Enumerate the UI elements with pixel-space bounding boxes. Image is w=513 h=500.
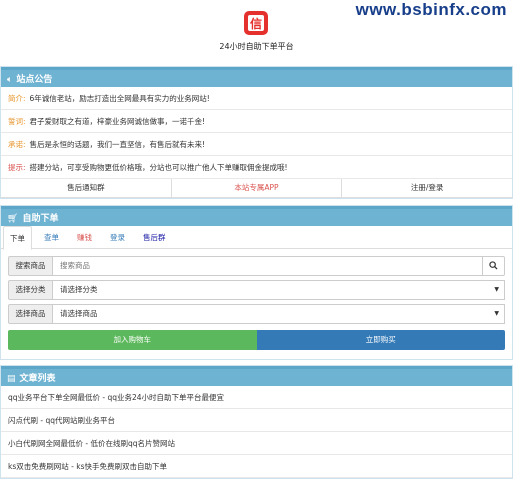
notice-button-row: 售后通知群 本站专属APP 注册/登录 — [1, 179, 512, 198]
notice-tag: 承诺: — [8, 140, 26, 149]
order-panel-header: 🛒︎ 自助下单 — [1, 206, 512, 226]
notice-title: 站点公告 — [16, 75, 53, 85]
notice-tag: 提示: — [8, 163, 26, 172]
after-sales-group-button[interactable]: 售后通知群 — [1, 179, 172, 197]
notice-panel-header: 🔈︎ 站点公告 — [1, 67, 512, 87]
notice-text: 君子爱财取之有道，梓豪业务网诚信做事，一诺千金! — [29, 117, 206, 126]
article-link[interactable]: 小白代刷网全网最低价 - 低价在线刷qq名片赞网站 — [1, 432, 512, 455]
search-input[interactable] — [53, 256, 483, 276]
order-tabs: 下单 查单 赚钱 登录 售后群 — [1, 226, 512, 250]
notice-row: 承诺: 售后是永恒的话题，我们一直坚信，有售后就有未来! — [1, 133, 512, 156]
notice-text: 售后是永恒的话题，我们一直坚信，有售后就有未来! — [29, 140, 206, 149]
order-form: 搜索商品 选择分类 请选择分类 ▼ 选择商品 请选择商品 ▼ — [1, 249, 512, 350]
site-title: 24小时自助下单平台 — [219, 42, 294, 51]
product-selected-value: 请选择商品 — [60, 309, 98, 318]
notice-row: 誓词: 君子爱财取之有道，梓豪业务网诚信做事，一诺千金! — [1, 110, 512, 133]
order-title: 自助下单 — [22, 214, 59, 224]
app-download-button[interactable]: 本站专属APP — [172, 179, 343, 197]
site-logo-icon: 信 — [244, 11, 268, 35]
product-group: 选择商品 请选择商品 ▼ — [8, 304, 505, 324]
add-to-cart-button[interactable]: 加入购物车 — [8, 330, 257, 350]
svg-text:信: 信 — [250, 16, 262, 31]
search-group: 搜索商品 — [8, 256, 505, 276]
product-select[interactable]: 请选择商品 ▼ — [53, 304, 505, 324]
category-selected-value: 请选择分类 — [60, 285, 98, 294]
search-button[interactable] — [483, 256, 505, 276]
articles-panel-header: ▤ 文章列表 — [1, 366, 512, 386]
articles-panel: ▤ 文章列表 qq业务平台下单全网最低价 - qq业务24小时自助下单平台最便宜 … — [0, 365, 513, 479]
search-label: 搜索商品 — [8, 256, 53, 276]
site-header: 信 24小时自助下单平台 — [0, 0, 513, 66]
register-login-button[interactable]: 注册/登录 — [342, 179, 512, 197]
articles-title: 文章列表 — [19, 374, 56, 384]
notice-panel: 🔈︎ 站点公告 简介: 6年诚信老站，励志打造出全网最具有实力的业务网站! 誓词: 君… — [0, 66, 513, 199]
tab-order[interactable]: 下单 — [3, 226, 32, 250]
order-panel: 🛒︎自助下单 下单 查单 赚钱 登录 售后群 搜索商品 选择分类 请选择分类 ▼ — [0, 205, 513, 360]
chevron-down-icon: ▼ — [494, 310, 499, 317]
action-row: 加入购物车 立即购买 — [8, 330, 505, 350]
search-icon — [489, 261, 498, 270]
product-label: 选择商品 — [8, 304, 53, 324]
article-link[interactable]: 闪点代刷 - qq代网站刷业务平台 — [1, 409, 512, 432]
chevron-down-icon: ▼ — [494, 286, 499, 293]
tab-login[interactable]: 登录 — [104, 226, 131, 248]
buy-now-button[interactable]: 立即购买 — [256, 330, 505, 350]
notice-text: 6年诚信老站，励志打造出全网最具有实力的业务网站! — [29, 94, 210, 103]
category-select[interactable]: 请选择分类 ▼ — [53, 280, 505, 300]
tab-earn[interactable]: 赚钱 — [71, 226, 98, 248]
article-link[interactable]: ks双击免费刷网站 - ks快手免费刷双击自助下单 — [1, 455, 512, 478]
article-link[interactable]: qq业务平台下单全网最低价 - qq业务24小时自助下单平台最便宜 — [1, 386, 512, 409]
notice-text: 搭建分站，可享受购物更低价格哦，分站也可以推广他人下单赚取佣金提成哦! — [29, 163, 288, 172]
notice-row: 简介: 6年诚信老站，励志打造出全网最具有实力的业务网站! — [1, 87, 512, 110]
category-group: 选择分类 请选择分类 ▼ — [8, 280, 505, 300]
tab-service-group[interactable]: 售后群 — [137, 226, 172, 248]
notice-tag: 简介: — [8, 94, 26, 103]
category-label: 选择分类 — [8, 280, 53, 300]
tab-query[interactable]: 查单 — [38, 226, 65, 248]
notice-tag: 誓词: — [8, 117, 26, 126]
notice-row: 提示: 搭建分站，可享受购物更低价格哦，分站也可以推广他人下单赚取佣金提成哦! — [1, 156, 512, 179]
